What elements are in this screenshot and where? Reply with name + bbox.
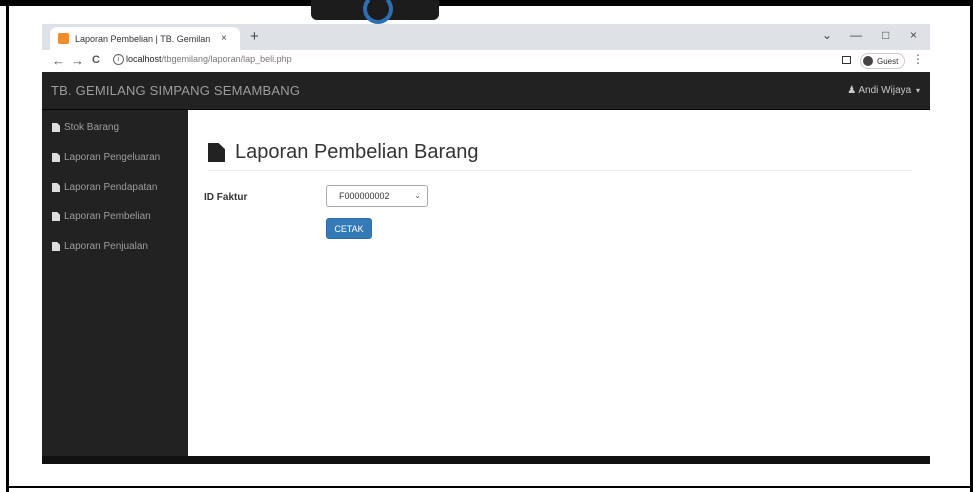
- favicon-icon: [58, 33, 69, 44]
- guest-label: Guest: [877, 56, 899, 66]
- sidebar-item-stok-barang[interactable]: Stok Barang: [52, 122, 119, 133]
- browser-window: Laporan Pembelian | TB. Gemilan × + ⌄ — …: [42, 24, 930, 464]
- sidebar-item-label: Stok Barang: [64, 122, 120, 133]
- minimize-button[interactable]: —: [850, 28, 862, 42]
- tab-bar: Laporan Pembelian | TB. Gemilan × + ⌄ — …: [42, 24, 930, 50]
- file-icon: [52, 123, 60, 132]
- guest-avatar-icon: [863, 56, 873, 66]
- sidebar: Stok Barang Laporan Pengeluaran Laporan …: [42, 110, 188, 456]
- file-icon: [208, 143, 225, 162]
- header-divider: [208, 170, 912, 171]
- main-content: Laporan Pembelian Barang ID Faktur F0000…: [188, 110, 930, 456]
- page-header: Laporan Pembelian Barang: [208, 141, 479, 164]
- profile-button[interactable]: Guest: [860, 53, 906, 69]
- screen-frame-top: [0, 0, 973, 6]
- cetak-button[interactable]: CETAK: [326, 218, 372, 239]
- side-panel-icon[interactable]: [842, 56, 851, 64]
- sidebar-item-laporan-pendapatan[interactable]: Laporan Pendapatan: [52, 182, 157, 193]
- tab-title: Laporan Pembelian | TB. Gemilan: [75, 33, 211, 44]
- user-name: Andi Wijaya: [858, 85, 912, 96]
- camera-logo-icon: [363, 0, 393, 24]
- top-navbar: TB. GEMILANG SIMPANG SEMAMBANG ♟ Andi Wi…: [42, 72, 930, 110]
- selected-faktur: F000000002: [339, 191, 390, 201]
- url-host: localhost: [126, 54, 162, 64]
- tab-search-icon[interactable]: ⌄: [822, 28, 832, 42]
- url-path: /tbgemilang/laporan/lap_beli.php: [161, 54, 292, 64]
- sidebar-item-label: Laporan Pembelian: [64, 211, 151, 222]
- footer-bar: [42, 456, 930, 464]
- close-window-button[interactable]: ×: [910, 28, 917, 42]
- caret-down-icon: ▾: [915, 86, 920, 95]
- screen-frame-bottom: [6, 486, 973, 488]
- chevron-down-icon: ⌄: [414, 191, 421, 200]
- reload-button[interactable]: C: [92, 54, 100, 66]
- browser-tab[interactable]: Laporan Pembelian | TB. Gemilan ×: [50, 27, 240, 50]
- new-tab-button[interactable]: +: [250, 28, 259, 45]
- address-bar[interactable]: localhost/tbgemilang/laporan/lap_beli.ph…: [126, 54, 292, 64]
- id-faktur-select[interactable]: F000000002 ⌄: [326, 185, 428, 207]
- screen-frame-left: [6, 0, 9, 492]
- sidebar-item-label: Laporan Penjualan: [64, 241, 148, 252]
- id-faktur-label: ID Faktur: [204, 192, 248, 203]
- brand-title[interactable]: TB. GEMILANG SIMPANG SEMAMBANG: [51, 83, 300, 98]
- file-icon: [52, 183, 60, 192]
- tab-close-icon[interactable]: ×: [221, 33, 227, 44]
- maximize-button[interactable]: □: [882, 28, 889, 42]
- sidebar-item-label: Laporan Pendapatan: [64, 182, 158, 193]
- forward-button[interactable]: →: [71, 53, 84, 68]
- site-info-icon[interactable]: i: [113, 54, 124, 65]
- sidebar-item-laporan-pembelian[interactable]: Laporan Pembelian: [52, 211, 151, 222]
- file-icon: [52, 212, 60, 221]
- file-icon: [52, 153, 60, 162]
- sidebar-item-label: Laporan Pengeluaran: [64, 152, 161, 163]
- sidebar-item-laporan-penjualan[interactable]: Laporan Penjualan: [52, 241, 148, 252]
- back-button[interactable]: ←: [52, 53, 65, 68]
- user-menu[interactable]: ♟ Andi Wijaya ▾: [847, 85, 920, 96]
- user-icon: ♟: [847, 85, 857, 96]
- page-title: Laporan Pembelian Barang: [235, 141, 479, 163]
- browser-toolbar: ← → C i localhost/tbgemilang/laporan/lap…: [42, 50, 930, 73]
- browser-menu-icon[interactable]: ⋮: [912, 52, 924, 66]
- sidebar-item-laporan-pengeluaran[interactable]: Laporan Pengeluaran: [52, 152, 160, 163]
- file-icon: [52, 242, 60, 251]
